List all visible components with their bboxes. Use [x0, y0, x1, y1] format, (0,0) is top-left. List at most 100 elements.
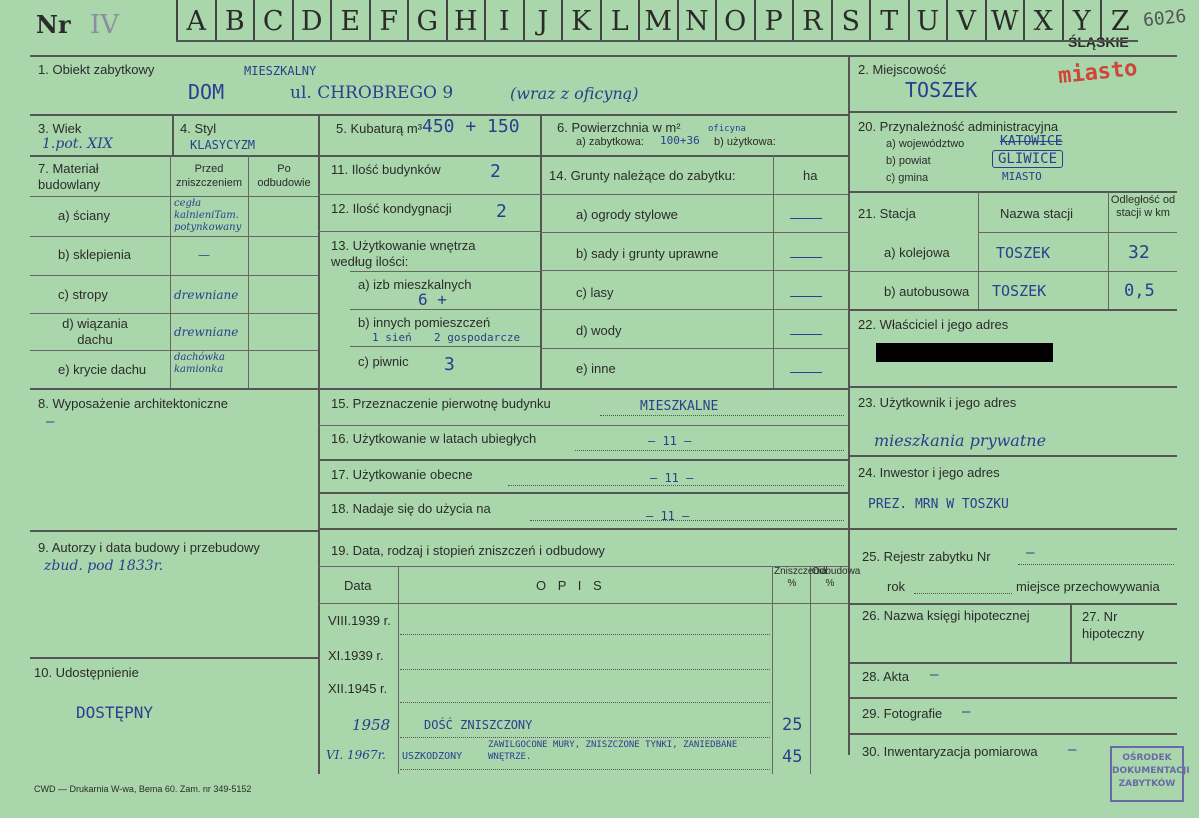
field-7-row-label: c) stropy	[58, 287, 108, 302]
field-7-col-before: Przed zniszczeniem	[175, 163, 243, 189]
rule	[772, 566, 773, 774]
rule	[350, 271, 540, 272]
field-28-value: —	[930, 667, 939, 683]
index-letter-s: S	[830, 0, 870, 40]
rule	[540, 194, 848, 195]
field-21-b-name: TOSZEK	[992, 282, 1047, 300]
rule	[978, 232, 1177, 233]
rule	[30, 275, 318, 276]
rule	[30, 236, 318, 237]
index-letter-r: R	[792, 0, 831, 40]
rule	[540, 348, 848, 349]
field-10-value: DOSTĘPNY	[76, 703, 154, 722]
field-11-label: 11. Ilość budynków	[331, 162, 441, 177]
field-13-b-label: b) innych pomieszczeń	[358, 315, 491, 330]
field-7-row-value: dachówka kamionka	[174, 352, 226, 375]
index-letter-c: C	[253, 0, 292, 40]
header-rule	[176, 40, 1138, 42]
dash-mark	[790, 257, 822, 258]
index-letter-m: M	[638, 0, 677, 40]
field-12-label: 12. Ilość kondygnacji	[331, 201, 452, 216]
printer-footer: CWD — Drukarnia W-wa, Bema 60. Zam. nr 3…	[34, 784, 252, 794]
rule	[318, 528, 848, 530]
dash-mark	[790, 372, 822, 373]
field-20-b-value: GLIWICE	[992, 150, 1064, 168]
corner-number: 6026	[1142, 5, 1188, 32]
field-21-label: 21. Stacja	[858, 206, 916, 221]
field-7-row-value: cegła kalnieniTam. potynkowany	[174, 198, 242, 233]
field-17-value: — 11 —	[650, 471, 694, 485]
rule	[350, 346, 540, 347]
rule	[248, 155, 249, 388]
field-9-label: 9. Autorzy i data budowy i przebudowy	[38, 540, 260, 555]
rule	[318, 425, 848, 426]
field-16-value: — 11 —	[648, 434, 692, 448]
rule	[318, 231, 540, 232]
field-21-a-name: TOSZEK	[996, 244, 1051, 262]
field-19-row-zn: 25	[782, 715, 803, 735]
rule	[848, 309, 1177, 311]
index-letter-u: U	[907, 0, 947, 40]
rule	[773, 155, 774, 388]
rule	[30, 657, 318, 659]
field-20-a-label: a) województwo	[886, 138, 965, 150]
field-19-col-zn: Zniszczenia %	[774, 566, 827, 589]
field-30-label: 30. Inwentaryzacja pomiarowa	[862, 744, 1038, 759]
field-19-row-date: 1958	[352, 716, 391, 734]
rule	[30, 55, 1177, 57]
field-22-label: 22. Właściciel i jego adres	[858, 317, 1009, 332]
rule	[30, 155, 848, 157]
field-13-a-value: 6 +	[418, 290, 447, 309]
rule	[398, 566, 399, 774]
field-14-row-label: d) wody	[576, 323, 622, 338]
dotted-line	[400, 768, 770, 770]
index-letter-n: N	[676, 0, 716, 40]
field-1-main: DOM	[188, 80, 225, 104]
rule	[848, 697, 1177, 699]
rule	[1108, 191, 1109, 309]
field-13-c-label: c) piwnic	[358, 354, 409, 369]
field-19-row-opis: DOŚĆ ZNISZCZONY	[424, 718, 533, 732]
index-letter-o: O	[715, 0, 754, 40]
field-20-c-label: c) gmina	[886, 172, 929, 184]
rule	[848, 191, 1177, 193]
field-10-label: 10. Udostępnienie	[34, 665, 139, 680]
field-21-b-label: b) autobusowa	[884, 284, 970, 299]
field-6-above: oficyna	[708, 124, 746, 134]
field-13-b-value2: 2 gospodarcze	[434, 331, 521, 344]
field-2-value: TOSZEK	[905, 78, 978, 102]
field-13-b-value1: 1 sień	[372, 331, 412, 344]
field-11-value: 2	[490, 161, 501, 182]
field-23-label: 23. Użytkownik i jego adres	[858, 395, 1017, 410]
index-letter-d: D	[291, 0, 331, 40]
field-14-row-label: a) ogrody stylowe	[576, 207, 678, 222]
field-21-a-label: a) kolejowa	[884, 245, 950, 260]
index-letter-t: T	[869, 0, 908, 40]
field-29-label: 29. Fotografie	[862, 706, 943, 721]
field-1-above: MIESZKALNY	[244, 64, 317, 78]
field-1-street: ul. CHROBREGO 9	[290, 83, 454, 103]
field-21-a-km: 32	[1128, 242, 1150, 263]
field-6-b-label: b) użytkowa:	[714, 136, 776, 148]
index-letter-x: X	[1023, 0, 1062, 40]
field-7-row-value: drewniane	[174, 288, 239, 302]
field-25-miejsce-label: miejsce przechowywania	[1016, 579, 1160, 594]
rule	[30, 530, 318, 532]
rule	[540, 155, 542, 388]
nr-label: Nr	[36, 10, 71, 39]
rule	[350, 309, 540, 310]
rule	[540, 114, 542, 156]
field-13-c-value: 3	[444, 354, 455, 375]
field-5-value: 450 + 150	[422, 116, 520, 137]
field-25-label: 25. Rejestr zabytku Nr	[862, 549, 991, 564]
index-letter-a: A	[176, 0, 215, 40]
record-card: Nr IV ABCDEFGHIJKLMNOPRSTUVWXYZ 6026 ŚLĄ…	[0, 0, 1199, 818]
field-19-label: 19. Data, rodzaj i stopień zniszczeń i o…	[331, 543, 605, 558]
rule	[848, 271, 1177, 272]
field-20-label: 20. Przynależność administracyjna	[858, 119, 1059, 134]
field-7-row-label: a) ściany	[58, 208, 111, 223]
field-8-value: —	[46, 414, 55, 430]
dash-mark	[790, 296, 822, 297]
dotted-line	[600, 414, 844, 416]
dotted-line	[400, 668, 770, 670]
